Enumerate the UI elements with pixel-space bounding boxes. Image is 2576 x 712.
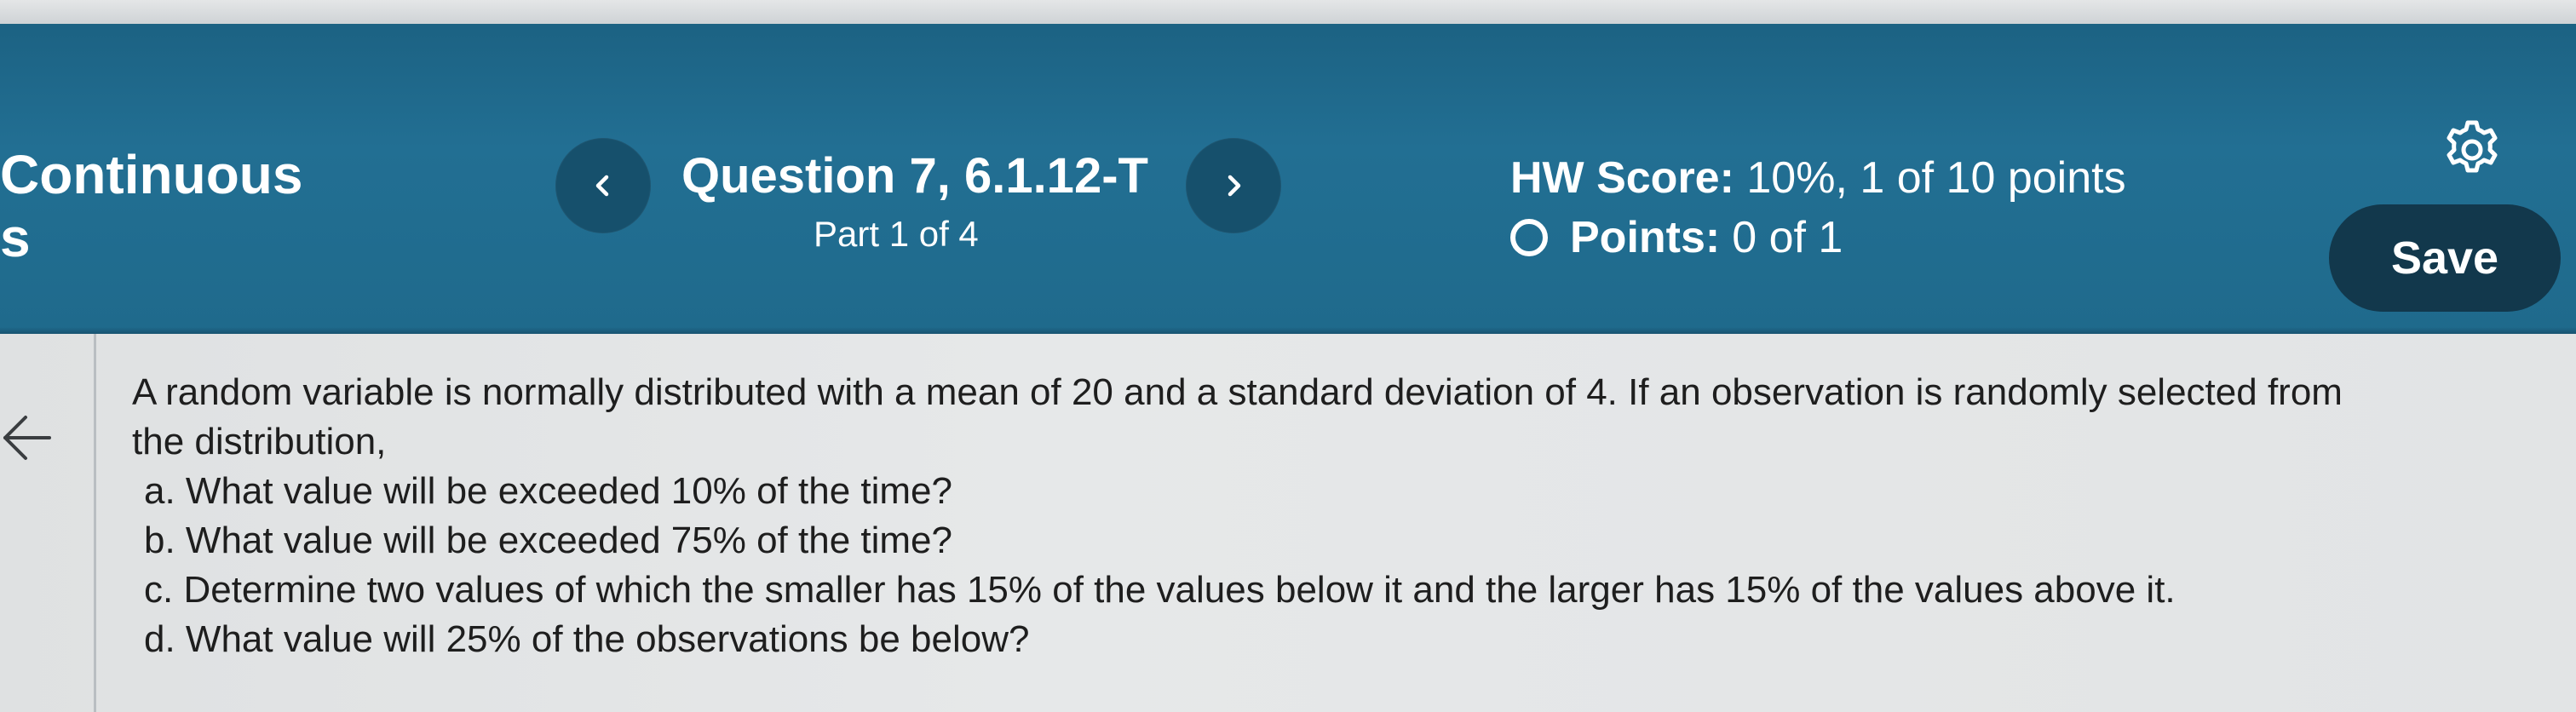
status-circle-icon: [1510, 219, 1548, 256]
previous-question-button[interactable]: [555, 138, 651, 233]
problem-item-d: d. What value will 25% of the observatio…: [144, 618, 1030, 660]
hw-score-label: HW Score:: [1510, 153, 1734, 203]
assignment-title-line-2: s: [0, 207, 31, 268]
chevron-left-icon: [595, 175, 609, 197]
save-button[interactable]: Save: [2329, 204, 2561, 312]
header-shadow: [0, 327, 2576, 334]
problem-intro-line-2: the distribution,: [132, 421, 387, 462]
chevron-right-icon: [1228, 175, 1241, 197]
problem-item-c: c. Determine two values of which the sma…: [144, 569, 2176, 611]
browser-top-strip: [0, 0, 2576, 24]
arrow-left-icon[interactable]: [0, 407, 55, 468]
problem-item-a: a. What value will be exceeded 10% of th…: [144, 470, 952, 512]
question-points: Points: 0 of 1: [1510, 211, 1843, 264]
assignment-title: Continuous s: [0, 143, 302, 269]
question-header: Continuous s Question 7, 6.1.12-T Part 1…: [0, 24, 2576, 334]
question-part: Part 1 of 4: [814, 214, 979, 254]
question-title: Question 7, 6.1.12-T: [681, 148, 1148, 204]
hw-score: HW Score: 10%, 1 of 10 points: [1510, 152, 2126, 204]
assignment-title-line-1: Continuous: [0, 144, 303, 205]
points-value: 0 of 1: [1732, 213, 1843, 262]
problem-item-b: b. What value will be exceeded 75% of th…: [144, 520, 952, 561]
hw-score-value: 10%, 1 of 10 points: [1746, 153, 2126, 203]
sidebar-divider: [94, 334, 96, 712]
next-question-button[interactable]: [1186, 138, 1281, 233]
problem-intro-line-1: A random variable is normally distribute…: [132, 371, 2343, 413]
gear-icon[interactable]: [2440, 118, 2504, 182]
points-label: Points:: [1570, 213, 1721, 262]
problem-statement: A random variable is normally distribute…: [132, 368, 2551, 664]
